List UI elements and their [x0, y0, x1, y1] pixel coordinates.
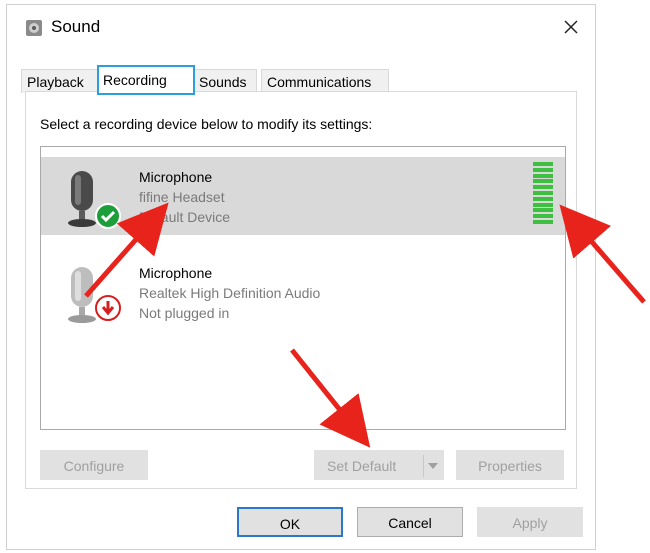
title-bar: Sound — [7, 5, 595, 49]
device-name: Microphone — [139, 265, 213, 281]
tab-playback[interactable]: Playback — [21, 69, 99, 93]
ok-button[interactable]: OK — [237, 507, 343, 537]
device-name: Microphone — [139, 169, 213, 185]
close-icon — [564, 20, 578, 34]
device-item[interactable]: Microphone fifine Headset Default Device — [41, 157, 565, 235]
tab-communications[interactable]: Communications — [261, 69, 389, 93]
close-button[interactable] — [553, 11, 589, 43]
chevron-down-icon[interactable] — [427, 462, 439, 470]
apply-button[interactable]: Apply — [477, 507, 583, 537]
device-description: fifine Headset — [139, 189, 225, 205]
window-title: Sound — [51, 17, 101, 36]
tab-panel: Select a recording device below to modif… — [25, 91, 577, 489]
tab-recording[interactable]: Recording — [97, 65, 195, 95]
device-status: Default Device — [139, 209, 231, 225]
tab-sounds[interactable]: Sounds — [193, 69, 257, 93]
device-list: Microphone fifine Headset Default Device — [40, 146, 566, 430]
tab-strip: Playback Recording Sounds Communications — [17, 65, 577, 95]
cancel-button[interactable]: Cancel — [357, 507, 463, 537]
sound-dialog: Sound Playback Recording Sounds Communic… — [6, 4, 596, 550]
instructions-text: Select a recording device below to modif… — [40, 116, 373, 132]
speaker-icon — [26, 20, 42, 36]
down-arrow-icon — [95, 295, 121, 321]
set-default-button[interactable]: Set Default — [314, 450, 444, 480]
device-item[interactable]: Microphone Realtek High Definition Audio… — [41, 253, 565, 331]
device-status: Not plugged in — [139, 305, 230, 321]
set-default-label: Set Default — [327, 458, 397, 474]
check-icon — [95, 203, 121, 229]
configure-button[interactable]: Configure — [40, 450, 148, 480]
properties-button[interactable]: Properties — [456, 450, 564, 480]
device-description: Realtek High Definition Audio — [139, 285, 321, 301]
level-meter — [533, 162, 553, 224]
